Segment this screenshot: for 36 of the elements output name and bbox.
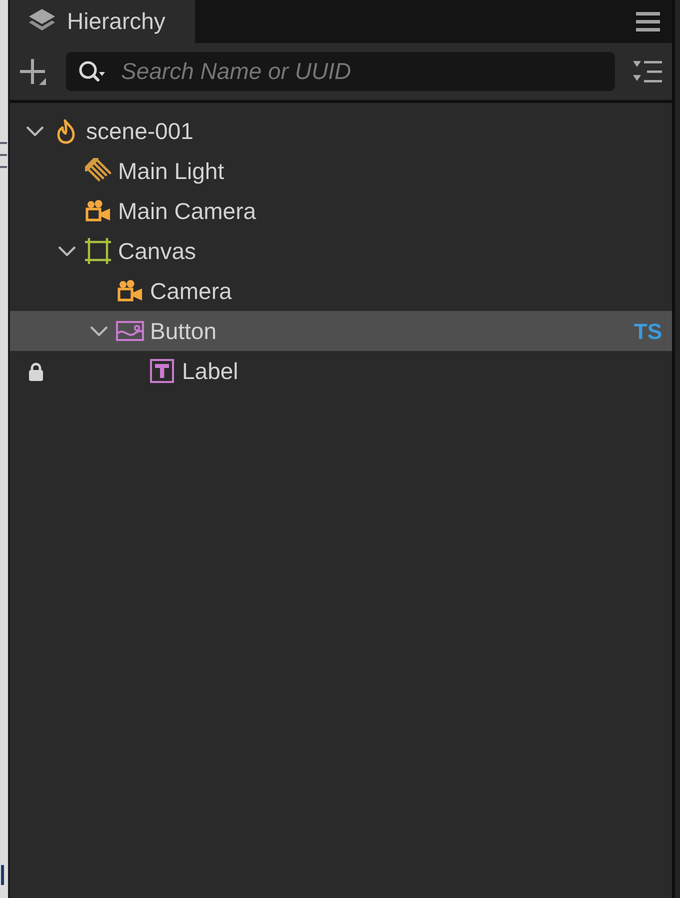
tree-row[interactable]: Main Camera xyxy=(10,191,672,231)
chevron-down-icon[interactable] xyxy=(90,326,108,336)
hierarchy-tab[interactable]: Hierarchy xyxy=(10,0,195,43)
dash-mark xyxy=(0,166,7,168)
tree-row[interactable]: Main Light xyxy=(10,151,672,191)
node-label: Canvas xyxy=(118,236,196,266)
flame-icon xyxy=(56,118,76,144)
node-label: Main Camera xyxy=(118,196,256,226)
add-icon[interactable] xyxy=(20,58,46,84)
dash-mark xyxy=(0,142,7,144)
node-label: Label xyxy=(182,356,238,386)
movie-camera-icon xyxy=(85,200,111,222)
search-field[interactable]: Search Name or UUID xyxy=(66,52,615,91)
menu-icon[interactable] xyxy=(636,12,660,32)
tree-row[interactable]: scene-001 xyxy=(10,111,672,151)
tree-row[interactable]: Canvas xyxy=(10,231,672,271)
sort-icon[interactable] xyxy=(633,60,662,82)
movie-camera-icon xyxy=(117,280,143,302)
tree-row[interactable]: Button TS xyxy=(10,311,672,351)
search-icon[interactable] xyxy=(78,60,105,84)
script-language-label: TS xyxy=(634,318,662,346)
image-icon xyxy=(116,321,144,341)
dash-mark xyxy=(0,154,7,156)
tree-row[interactable]: Camera xyxy=(10,271,672,311)
chevron-down-icon[interactable] xyxy=(26,126,44,136)
node-label: scene-001 xyxy=(86,116,194,146)
node-label: Main Light xyxy=(118,156,224,186)
comb-icon xyxy=(84,158,112,184)
text-caret-mark xyxy=(1,865,4,885)
node-label: Button xyxy=(150,316,216,346)
tree-row[interactable]: Label xyxy=(10,351,672,391)
node-label: Camera xyxy=(150,276,232,306)
text-icon xyxy=(150,359,174,383)
frame-icon xyxy=(85,238,111,264)
lock-icon[interactable] xyxy=(28,362,44,381)
chevron-down-icon[interactable] xyxy=(58,246,76,256)
